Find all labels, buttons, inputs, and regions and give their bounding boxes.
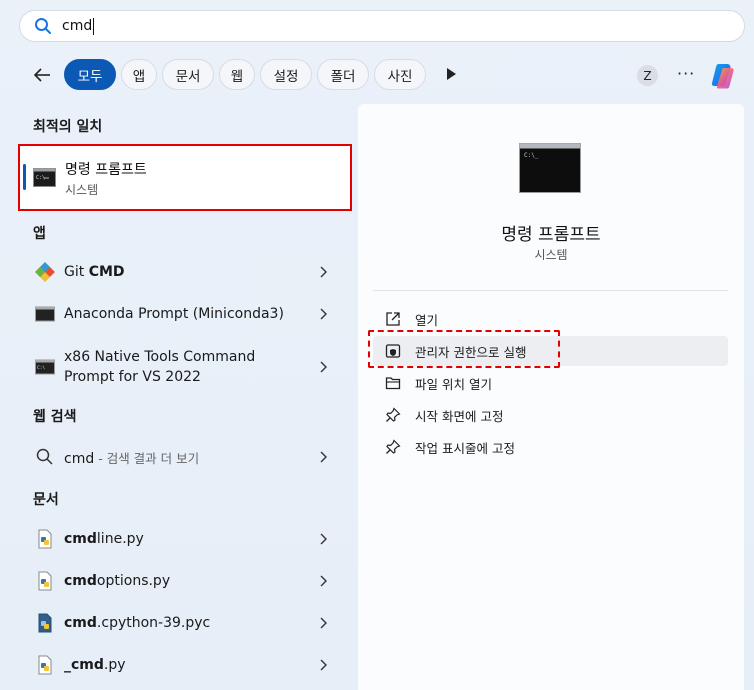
filter-bar: 모두 앱 문서 웹 설정 폴더 사진 Z ··· (0, 58, 754, 92)
list-item[interactable]: _cmd.py (18, 645, 352, 685)
label-match: cmd (64, 573, 97, 589)
list-item-label: x86 Native Tools Command Prompt for VS 2… (64, 347, 255, 387)
tab-settings[interactable]: 설정 (260, 59, 312, 90)
pin-to-taskbar-action[interactable]: 작업 표시줄에 고정 (373, 432, 728, 462)
python-file-icon (38, 655, 52, 675)
label-text: .py (103, 657, 126, 673)
list-item[interactable]: cmdoptions.py (18, 561, 352, 601)
search-query: cmd (62, 18, 93, 34)
chevron-right-icon[interactable] (319, 659, 327, 671)
search-input[interactable]: cmd (62, 17, 95, 35)
best-match-subtitle: 시스템 (65, 183, 99, 197)
label-text: .cpython-39.pyc (96, 615, 211, 631)
list-item[interactable]: C:\ x86 Native Tools Command Prompt for … (18, 345, 352, 389)
label-match: CMD (88, 264, 125, 280)
label-match: _cmd (64, 657, 104, 673)
documents-header: 문서 (33, 492, 59, 508)
chevron-right-icon[interactable] (319, 575, 327, 587)
tab-folders[interactable]: 폴더 (317, 59, 369, 90)
detail-subtitle: 시스템 (534, 248, 568, 262)
list-item-label: cmd - 검색 결과 더 보기 (64, 448, 199, 467)
label-line-1: x86 Native Tools Command (64, 349, 256, 365)
command-prompt-icon: C:\ (33, 168, 56, 187)
label-text: options.py (96, 573, 171, 589)
search-icon (36, 448, 53, 465)
vs-terminal-icon: C:\ (35, 359, 55, 375)
search-icon (35, 18, 51, 34)
folder-icon (385, 377, 401, 390)
back-arrow-icon[interactable] (33, 66, 51, 84)
pin-icon (386, 439, 401, 454)
text-caret (93, 17, 95, 35)
action-label: 파일 위치 열기 (415, 376, 492, 392)
python-file-icon (38, 529, 52, 549)
detail-panel: C:\_ 명령 프롬프트 시스템 열기 관리자 권한으로 실행 파일 위치 열기… (358, 104, 744, 690)
list-item-label: cmd.cpython-39.pyc (64, 615, 210, 631)
svg-text:C:\_: C:\_ (524, 152, 539, 159)
label-text: Git (64, 264, 89, 280)
list-item[interactable]: cmd.cpython-39.pyc (18, 603, 352, 643)
list-item-label: _cmd.py (64, 657, 126, 673)
label-match: cmd (64, 531, 97, 547)
best-match-title: 명령 프롬프트 (65, 162, 147, 178)
chevron-right-icon[interactable] (319, 617, 327, 629)
tab-web[interactable]: 웹 (219, 59, 255, 90)
chevron-right-icon[interactable] (319, 533, 327, 545)
web-search-item[interactable]: cmd - 검색 결과 더 보기 (18, 437, 352, 477)
tab-photos[interactable]: 사진 (374, 59, 426, 90)
chevron-right-icon[interactable] (319, 266, 327, 278)
list-item-label: Anaconda Prompt (Miniconda3) (64, 306, 284, 322)
web-suffix: - 검색 결과 더 보기 (94, 450, 200, 466)
command-prompt-icon: C:\_ (519, 143, 581, 193)
svg-text:C:\: C:\ (37, 365, 45, 371)
highlight-box (368, 330, 560, 368)
list-item[interactable]: Anaconda Prompt (Miniconda3) (18, 294, 352, 334)
avatar[interactable]: Z (637, 65, 658, 86)
tab-documents[interactable]: 문서 (162, 59, 214, 90)
git-icon (35, 262, 55, 282)
list-item[interactable]: cmdline.py (18, 519, 352, 559)
web-search-header: 웹 검색 (33, 409, 77, 425)
pin-to-start-action[interactable]: 시작 화면에 고정 (373, 400, 728, 430)
action-label: 작업 표시줄에 고정 (415, 440, 515, 456)
apps-header: 앱 (33, 226, 46, 242)
python-file-icon (38, 571, 52, 591)
list-item-label: Git CMD (64, 264, 125, 280)
more-filters-arrow-icon[interactable] (447, 68, 456, 80)
tab-apps[interactable]: 앱 (121, 59, 157, 90)
label-text: line.py (96, 531, 144, 547)
detail-title: 명령 프롬프트 (501, 225, 601, 245)
python-compiled-file-icon (38, 613, 52, 633)
best-match-item[interactable]: C:\ 명령 프롬프트 시스템 (18, 144, 352, 211)
pin-icon (386, 407, 401, 422)
copilot-icon[interactable] (709, 60, 739, 90)
label-line-2: Prompt for VS 2022 (64, 369, 201, 385)
selection-indicator (23, 164, 26, 190)
open-external-icon (386, 312, 400, 326)
chevron-right-icon[interactable] (319, 451, 327, 463)
search-box[interactable]: cmd (19, 10, 745, 42)
list-item-label: cmdline.py (64, 531, 144, 547)
chevron-right-icon[interactable] (319, 308, 327, 320)
web-query: cmd (64, 450, 95, 467)
terminal-icon (35, 306, 55, 322)
list-item-label: cmdoptions.py (64, 573, 170, 589)
divider (373, 290, 728, 291)
chevron-right-icon[interactable] (319, 361, 327, 373)
svg-text:C:\: C:\ (36, 175, 45, 181)
list-item[interactable]: Git CMD (18, 252, 352, 292)
open-file-location-action[interactable]: 파일 위치 열기 (373, 368, 728, 398)
more-options-button[interactable]: ··· (677, 64, 695, 83)
label-match: cmd (64, 615, 97, 631)
action-label: 열기 (415, 312, 439, 328)
tab-all[interactable]: 모두 (64, 59, 116, 90)
action-label: 시작 화면에 고정 (415, 408, 504, 424)
best-match-header: 최적의 일치 (33, 119, 103, 135)
